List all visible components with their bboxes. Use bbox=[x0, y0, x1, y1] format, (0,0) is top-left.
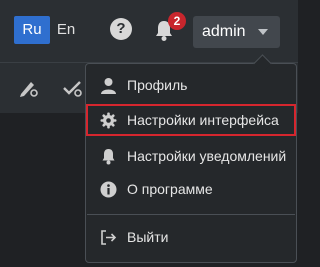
user-name-label: admin bbox=[202, 23, 246, 40]
notification-count-badge: 2 bbox=[168, 12, 186, 30]
help-icon[interactable]: ? bbox=[110, 18, 132, 40]
menu-item-label: Выйти bbox=[127, 229, 169, 245]
menu-item-label: О программе bbox=[127, 181, 213, 197]
top-navbar: Ru En ? 2 admin bbox=[0, 0, 298, 62]
chevron-down-icon bbox=[258, 29, 268, 35]
user-dropdown-menu: Профиль Настройки интерфейса Настройки у… bbox=[85, 54, 297, 263]
pencil-eye-icon[interactable] bbox=[18, 78, 40, 98]
language-en-button[interactable]: En bbox=[52, 16, 80, 44]
user-icon bbox=[101, 78, 116, 94]
menu-item-label: Настройки уведомлений bbox=[127, 148, 287, 164]
info-icon bbox=[100, 181, 117, 198]
menu-item-label: Настройки интерфейса bbox=[127, 112, 279, 128]
menu-item-profile[interactable]: Профиль bbox=[86, 70, 296, 100]
language-ru-button[interactable]: Ru bbox=[14, 16, 50, 44]
user-menu-button[interactable]: admin bbox=[193, 16, 280, 48]
notifications-button[interactable]: 2 bbox=[152, 12, 186, 46]
check-eye-icon[interactable] bbox=[62, 78, 84, 98]
logout-icon bbox=[101, 230, 117, 245]
bell-icon bbox=[102, 149, 115, 165]
gear-icon bbox=[100, 112, 117, 129]
menu-item-label: Профиль bbox=[127, 77, 188, 93]
menu-item-interface-settings[interactable]: Настройки интерфейса bbox=[86, 104, 296, 136]
menu-item-notification-settings[interactable]: Настройки уведомлений bbox=[86, 141, 296, 171]
menu-item-about[interactable]: О программе bbox=[86, 174, 296, 204]
menu-item-logout[interactable]: Выйти bbox=[86, 222, 296, 252]
menu-divider bbox=[87, 214, 295, 215]
